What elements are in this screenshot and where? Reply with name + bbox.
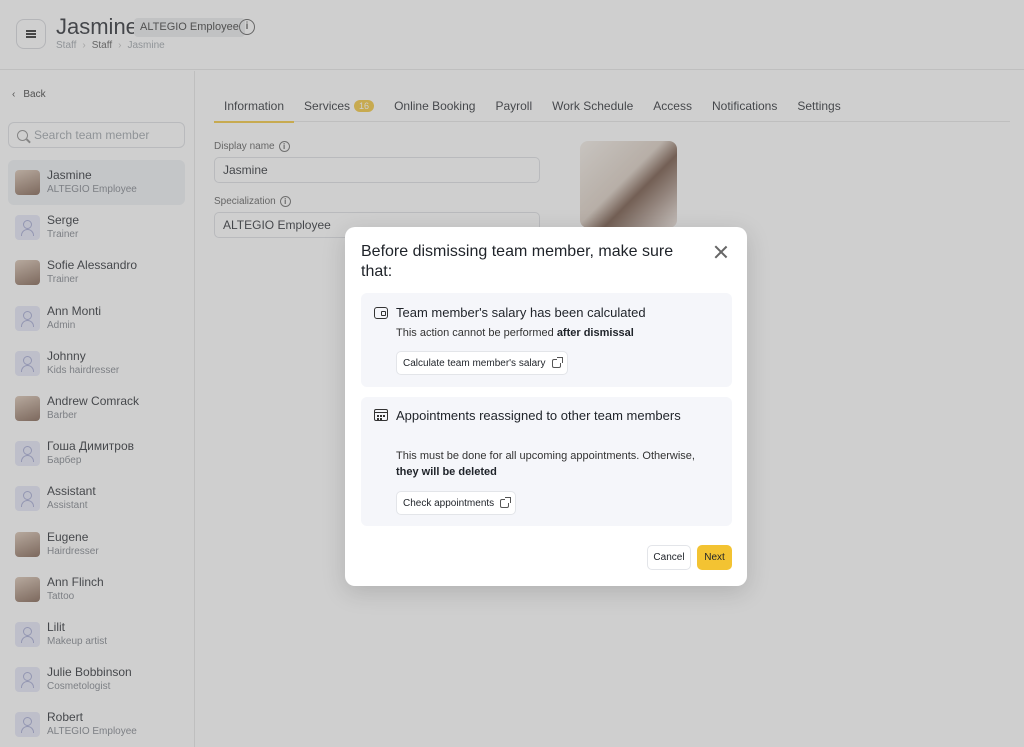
appointments-card-title: Appointments reassigned to other team me…: [396, 408, 681, 423]
appointments-desc-text: This must be done for all upcoming appoi…: [396, 450, 695, 462]
appointments-card: Appointments reassigned to other team me…: [361, 397, 732, 526]
close-icon[interactable]: [713, 244, 729, 260]
external-link-icon: [551, 356, 563, 368]
salary-desc-bold: after dismissal: [556, 327, 634, 339]
appointments-desc-bold: they will be deleted: [396, 466, 497, 478]
calculate-salary-button[interactable]: Calculate team member's salary: [396, 351, 568, 375]
cancel-button[interactable]: Cancel: [647, 545, 691, 570]
salary-card-title: Team member's salary has been calculated: [396, 305, 646, 320]
modal-title: Before dismissing team member, make sure…: [361, 243, 674, 280]
salary-card: Team member's salary has been calculated…: [361, 293, 732, 387]
next-button[interactable]: Next: [697, 545, 732, 570]
calendar-icon: [374, 409, 388, 421]
dismiss-modal: Before dismissing team member, make sure…: [345, 227, 747, 586]
check-appointments-label: Check appointments: [403, 497, 495, 509]
external-link-icon: [500, 496, 512, 508]
appointments-card-description: This must be done for all upcoming appoi…: [396, 448, 716, 480]
salary-desc-text: This action cannot be performed: [396, 327, 557, 339]
check-appointments-button[interactable]: Check appointments: [396, 491, 517, 515]
calculate-salary-label: Calculate team member's salary: [403, 357, 546, 369]
salary-card-description: This action cannot be performed after di…: [396, 325, 716, 341]
wallet-icon: [374, 307, 388, 319]
